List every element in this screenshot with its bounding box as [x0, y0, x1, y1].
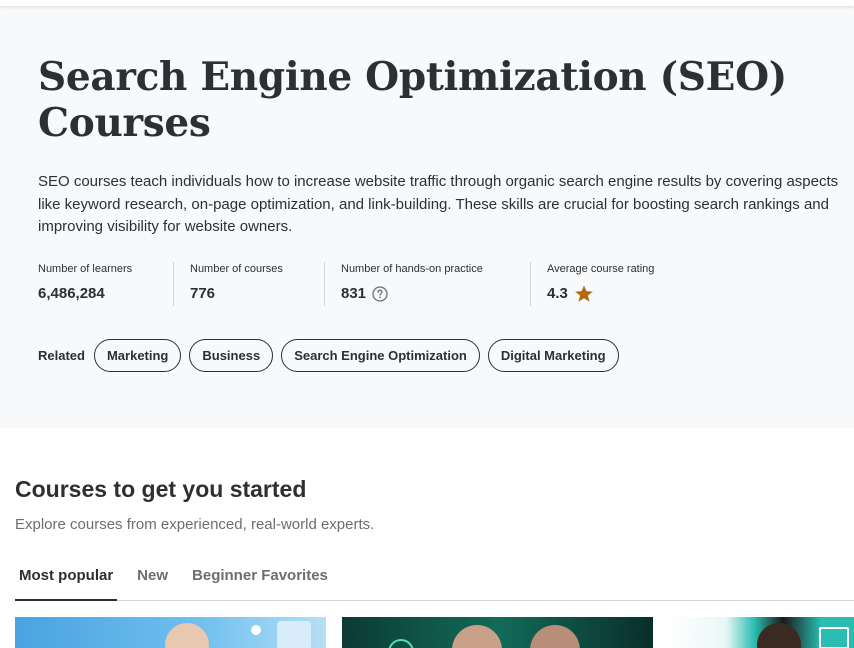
course-card-thumbnail[interactable]: [342, 617, 653, 648]
stat-label: Average course rating: [547, 263, 655, 275]
stat-value: 6,486,284: [38, 285, 105, 302]
hero-banner: Search Engine Optimization (SEO) Courses…: [0, 0, 854, 428]
related-topic-marketing[interactable]: Marketing: [93, 339, 182, 372]
topic-stats: Number of learners 6,486,284 Number of c…: [38, 262, 686, 308]
section-subtitle: Explore courses from experienced, real-w…: [15, 516, 375, 533]
course-carousel: [15, 617, 854, 648]
tab-most-popular[interactable]: Most popular: [15, 562, 118, 601]
stat-label: Number of courses: [190, 263, 283, 275]
related-topic-digital-marketing[interactable]: Digital Marketing: [487, 339, 619, 372]
stat-label: Number of hands-on practice: [341, 263, 483, 275]
stat-rating: Average course rating 4.3: [547, 262, 670, 306]
course-card-thumbnail[interactable]: [669, 617, 854, 648]
help-circle-icon[interactable]: [372, 286, 388, 302]
related-label: Related: [38, 348, 85, 363]
header-shadow-bar: [0, 0, 854, 6]
topic-description: SEO courses teach individuals how to inc…: [38, 173, 839, 235]
related-topics: Related Marketing Business Search Engine…: [38, 339, 627, 372]
course-card-thumbnail[interactable]: [15, 617, 326, 648]
stat-value: 4.3: [547, 285, 568, 302]
stat-value: 776: [190, 285, 216, 302]
stat-learners: Number of learners 6,486,284: [38, 262, 174, 306]
related-topic-business[interactable]: Business: [189, 339, 274, 372]
star-icon: [574, 284, 594, 304]
stat-label: Number of learners: [38, 263, 133, 275]
stat-hands-on-practice: Number of hands-on practice 831: [341, 262, 531, 306]
page-title: Search Engine Optimization (SEO) Courses: [38, 54, 787, 146]
tab-new[interactable]: New: [133, 562, 172, 601]
course-tabs: Most popular New Beginner Favorites: [15, 562, 854, 601]
stat-value: 831: [341, 285, 367, 302]
tab-beginner-favorites[interactable]: Beginner Favorites: [188, 562, 332, 601]
related-topic-search-engine-optimization[interactable]: Search Engine Optimization: [281, 339, 480, 372]
section-title: Courses to get you started: [15, 476, 307, 502]
stat-courses: Number of courses 776: [190, 262, 325, 306]
